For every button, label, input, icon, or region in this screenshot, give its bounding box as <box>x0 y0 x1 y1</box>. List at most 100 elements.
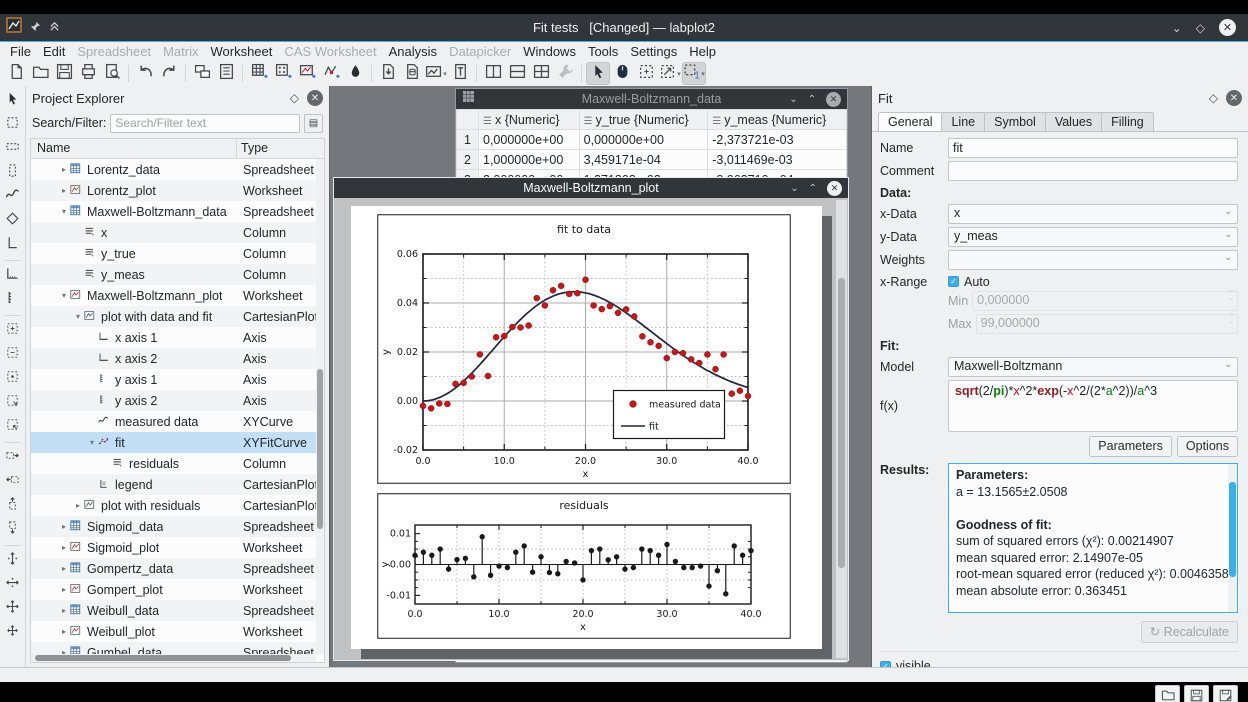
spreadsheet-window-close[interactable]: ✕ <box>826 92 841 107</box>
menu-help[interactable]: Help <box>683 44 722 59</box>
worksheet-window-close[interactable]: ✕ <box>827 181 842 196</box>
tree-item-fit[interactable]: ▾ fit XYFitCurve <box>31 432 316 453</box>
comment-field[interactable] <box>948 161 1238 181</box>
menu-file[interactable]: File <box>4 44 37 59</box>
formula-field[interactable]: sqrt(2/pi)*x^2*exp(-x^2/(2*a^2))/a^3 <box>948 380 1238 432</box>
print-button[interactable] <box>76 62 100 85</box>
tree-item-x[interactable]: x Column <box>31 222 316 243</box>
tree-expander-icon[interactable]: ▸ <box>59 585 69 594</box>
tree-expander-icon[interactable]: ▸ <box>59 543 69 552</box>
export-button[interactable]: ▾ <box>424 62 448 85</box>
name-field[interactable] <box>948 138 1238 158</box>
tree-item-gompertz_data[interactable]: ▸ Gompertz_data Spreadsheet <box>31 558 316 579</box>
close-dock-button[interactable]: ✕ <box>307 90 323 106</box>
open-file-button[interactable] <box>28 62 52 85</box>
tree-item-legend[interactable]: legend CartesianPlotLegend <box>31 474 316 495</box>
select-x-region-button[interactable] <box>2 138 24 160</box>
tile-vertical-button[interactable] <box>481 62 505 85</box>
tree-horizontal-scrollbar[interactable] <box>31 654 316 662</box>
new-spreadsheet-button[interactable] <box>247 62 271 85</box>
zoom-selection-mode-button[interactable] <box>634 62 658 85</box>
zoom-out-selection-button[interactable] <box>2 344 24 366</box>
spreadsheet-window-titlebar[interactable]: Maxwell-Boltzmann_data ⌄ ⌃ ✕ <box>456 89 847 109</box>
select-mode-button[interactable] <box>586 62 610 85</box>
tile-horizontal-button[interactable] <box>505 62 529 85</box>
residuals-plot[interactable]: residuals0.010.020.030.040.0-0.010.000.0… <box>377 493 791 644</box>
tree-item-plot-with-residuals[interactable]: ▸ plot with residuals CartesianPlot <box>31 495 316 516</box>
add-y-axis-button[interactable] <box>2 289 24 311</box>
cell[interactable]: 0,000000e+00 <box>479 130 580 150</box>
worksheet-view[interactable]: fit to data0.010.020.030.040.0-0.020.000… <box>334 198 848 660</box>
worksheet-vertical-scrollbar[interactable] <box>836 200 847 658</box>
cell[interactable]: -3,011469e-03 <box>708 150 847 170</box>
tree-expander-icon[interactable]: ▸ <box>59 627 69 636</box>
row-number[interactable]: 1 <box>457 130 479 150</box>
new-notebook-button[interactable] <box>214 62 238 85</box>
add-curve-button[interactable] <box>2 186 24 208</box>
new-file-button[interactable] <box>4 62 28 85</box>
tree-item-maxwell-boltzmann_plot[interactable]: ▾ Maxwell-Boltzmann_plot Worksheet <box>31 285 316 306</box>
tree-expander-icon[interactable]: ▸ <box>73 501 83 510</box>
new-notes-button[interactable] <box>343 62 367 85</box>
new-workbook-button[interactable] <box>190 62 214 85</box>
dropdown-caret-icon[interactable]: ▾ <box>701 70 705 78</box>
menu-settings[interactable]: Settings <box>624 44 683 59</box>
x-data-combobox[interactable]: x <box>948 204 1238 224</box>
float-dock-button[interactable]: ◇ <box>290 91 299 105</box>
tree-column-name[interactable]: Name <box>31 139 237 158</box>
tree-item-lorentz_data[interactable]: ▸ Lorentz_data Spreadsheet <box>31 159 316 180</box>
scale-auto-x-button[interactable] <box>2 574 24 596</box>
new-worksheet-button[interactable] <box>295 62 319 85</box>
window-restore-icon[interactable]: ⌃ <box>809 183 817 194</box>
parameters-button[interactable]: Parameters <box>1089 436 1172 457</box>
shift-left-x-button[interactable] <box>2 471 24 493</box>
tree-item-plot-with-data-and-fit[interactable]: ▾ plot with data and fit CartesianPlot <box>31 306 316 327</box>
window-restore-icon[interactable]: ⌃ <box>808 94 816 105</box>
shift-right-x-button[interactable] <box>2 447 24 469</box>
close-button[interactable]: ✕ <box>1219 19 1236 36</box>
tree-expander-icon[interactable]: ▸ <box>59 186 69 195</box>
fit-plot[interactable]: fit to data0.010.020.030.040.0-0.020.000… <box>377 214 791 489</box>
cell[interactable]: 3,459171e-04 <box>579 150 708 170</box>
column-header[interactable]: ☰x {Numeric} <box>479 110 580 130</box>
menu-analysis[interactable]: Analysis <box>383 44 443 59</box>
dropdown-caret-icon[interactable]: ▾ <box>443 70 447 78</box>
redo-button[interactable] <box>157 62 181 85</box>
close-dock-button[interactable]: ✕ <box>1226 90 1242 106</box>
tree-item-y-axis-2[interactable]: y axis 2 Axis <box>31 390 316 411</box>
options-button[interactable]: Options <box>1177 436 1238 457</box>
tree-expander-icon[interactable]: ▸ <box>59 522 69 531</box>
tree-item-weibull_data[interactable]: ▸ Weibull_data Spreadsheet <box>31 600 316 621</box>
tree-item-maxwell-boltzmann_data[interactable]: ▾ Maxwell-Boltzmann_data Spreadsheet <box>31 201 316 222</box>
tree-item-measured-data[interactable]: measured data XYCurve <box>31 411 316 432</box>
worksheet-page[interactable]: fit to data0.010.020.030.040.0-0.020.000… <box>351 206 822 649</box>
scale-auto-button[interactable] <box>2 598 24 620</box>
spreadsheet-row[interactable]: 10,000000e+000,000000e+00-2,373721e-03 <box>457 130 847 150</box>
column-header[interactable]: ☰y_meas {Numeric} <box>708 110 847 130</box>
shift-up-y-button[interactable] <box>2 495 24 517</box>
window-shade-icon[interactable]: ⌄ <box>790 183 798 194</box>
row-number[interactable]: 2 <box>457 150 479 170</box>
undo-button[interactable] <box>133 62 157 85</box>
tree-expander-icon[interactable]: ▾ <box>59 207 69 216</box>
search-filter-input[interactable] <box>110 114 300 133</box>
zoom-x-selection-button[interactable] <box>2 392 24 414</box>
save-config-button[interactable] <box>1184 685 1209 702</box>
tree-item-weibull_plot[interactable]: ▸ Weibull_plot Worksheet <box>31 621 316 642</box>
single-view-button[interactable]: 1▾ <box>682 62 706 85</box>
tree-expander-icon[interactable]: ▾ <box>73 312 83 321</box>
model-combobox[interactable]: Maxwell-Boltzmann <box>948 357 1238 377</box>
scale-fit-button[interactable] <box>2 622 24 644</box>
worksheet-window-titlebar[interactable]: Maxwell-Boltzmann_plot ⌄ ⌃ ✕ <box>334 178 848 198</box>
zoom-in-selection-button[interactable] <box>2 320 24 342</box>
tree-item-lorentz_plot[interactable]: ▸ Lorentz_plot Worksheet <box>31 180 316 201</box>
print-preview-button[interactable] <box>100 62 124 85</box>
tree-item-gompert_plot[interactable]: ▸ Gompert_plot Worksheet <box>31 579 316 600</box>
spreadsheet-row[interactable]: 21,000000e+003,459171e-04-3,011469e-03 <box>457 150 847 170</box>
menu-tools[interactable]: Tools <box>582 44 624 59</box>
dropdown-caret-icon[interactable]: ▾ <box>677 70 681 78</box>
recalculate-button[interactable]: ↻ Recalculate <box>1141 621 1238 643</box>
tree-item-x-axis-1[interactable]: x axis 1 Axis <box>31 327 316 348</box>
tree-item-y_true[interactable]: y_true Column <box>31 243 316 264</box>
tree-item-x-axis-2[interactable]: x axis 2 Axis <box>31 348 316 369</box>
